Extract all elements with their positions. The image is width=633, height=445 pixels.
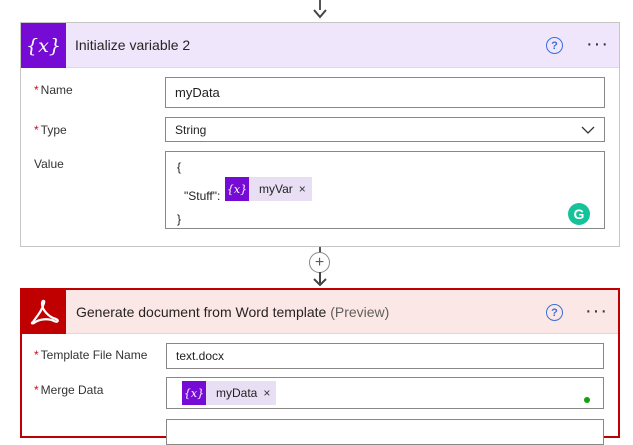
- type-dropdown[interactable]: String: [165, 117, 605, 142]
- card-title: Initialize variable 2: [75, 37, 191, 53]
- merge-data-label: * Merge Data: [34, 383, 104, 397]
- template-file-name-label: * Template File Name: [34, 348, 148, 362]
- chevron-down-icon: [581, 126, 595, 134]
- help-icon[interactable]: ?: [546, 304, 563, 321]
- type-label: * Type: [34, 123, 67, 137]
- help-icon[interactable]: ?: [546, 37, 563, 54]
- more-options-icon[interactable]: ···: [585, 301, 608, 321]
- value-line: }: [177, 212, 182, 226]
- template-file-content-input[interactable]: [166, 419, 604, 445]
- merge-data-input[interactable]: {x} myData ×: [166, 377, 604, 409]
- preview-label: (Preview): [330, 304, 390, 320]
- token-label: myData: [216, 386, 258, 400]
- variable-icon: {x}: [225, 177, 249, 201]
- close-icon[interactable]: ×: [299, 182, 306, 196]
- value-line: "Stuff":: [184, 189, 221, 203]
- value-line: {: [177, 160, 182, 174]
- card-title: Generate document from Word template (Pr…: [76, 304, 390, 320]
- more-options-icon[interactable]: ···: [586, 34, 609, 54]
- card-header[interactable]: {x} Initialize variable 2 ? ···: [21, 23, 619, 68]
- token-label: myVar: [259, 182, 293, 196]
- name-input[interactable]: myData: [165, 77, 605, 108]
- adobe-pdf-icon: [22, 290, 66, 334]
- variable-icon: {x}: [182, 381, 206, 405]
- arrow-down-icon: [313, 9, 327, 19]
- initialize-variable-card: {x} Initialize variable 2 ? ··· * Name my…: [20, 22, 620, 247]
- card-header[interactable]: Generate document from Word template (Pr…: [22, 290, 618, 334]
- value-textarea[interactable]: { "Stuff": {x} myVar × } G: [165, 151, 605, 229]
- value-label: Value: [34, 157, 64, 171]
- arrow-down-icon: [313, 272, 327, 287]
- plus-icon: +: [314, 253, 325, 271]
- close-icon[interactable]: ×: [263, 386, 270, 400]
- dynamic-content-token[interactable]: {x} myVar ×: [225, 177, 312, 201]
- template-file-name-input[interactable]: text.docx: [166, 343, 604, 369]
- grammarly-icon[interactable]: G: [568, 203, 590, 225]
- adobe-pdf-icon: [30, 299, 59, 325]
- insert-step-button[interactable]: +: [309, 252, 330, 273]
- name-label: * Name: [34, 83, 73, 97]
- dynamic-content-token[interactable]: {x} myData ×: [182, 381, 277, 405]
- generate-document-card: Generate document from Word template (Pr…: [20, 288, 620, 445]
- status-dot: [584, 397, 590, 403]
- variable-icon: {x}: [21, 23, 66, 68]
